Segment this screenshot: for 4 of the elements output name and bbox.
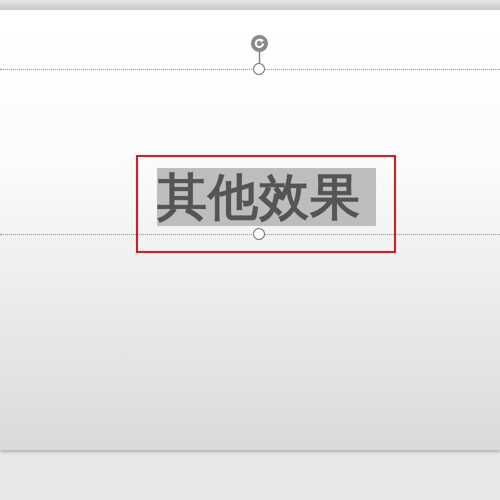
resize-handle[interactable] [253, 228, 265, 240]
resize-handle[interactable] [253, 63, 265, 75]
slide-title[interactable]: 其他效果 [157, 168, 376, 226]
rotate-handle[interactable] [250, 35, 269, 63]
